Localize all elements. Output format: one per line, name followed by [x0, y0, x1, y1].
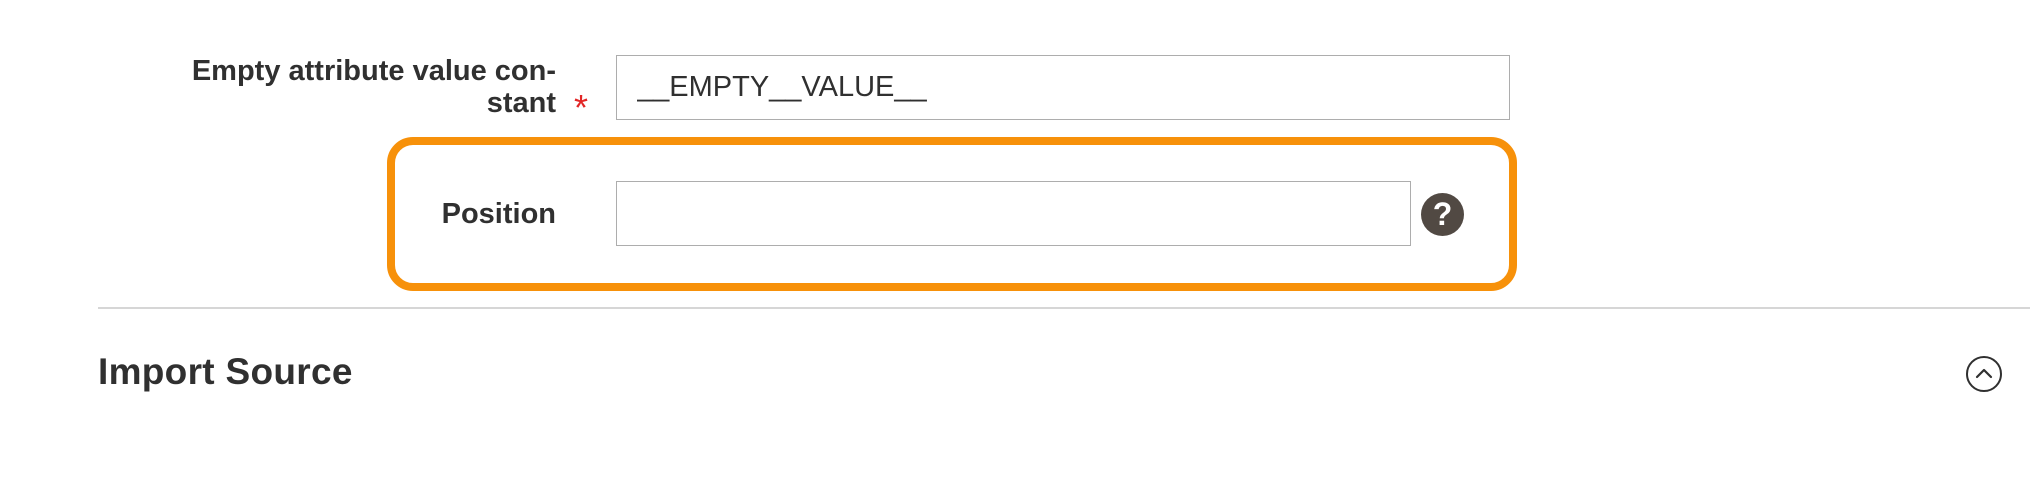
position-label: Position — [441, 198, 556, 230]
required-marker: * — [574, 87, 589, 128]
empty-attribute-label-line1: Empty attribute value con- — [191, 55, 556, 87]
empty-attribute-label: Empty attribute value con- stant — [160, 55, 556, 119]
position-input[interactable] — [616, 181, 1411, 246]
empty-attribute-label-line2: stant — [486, 87, 556, 119]
import-settings-form: Empty attribute value con- stant * Posit… — [0, 0, 2040, 480]
chevron-up-circle-icon[interactable] — [1966, 356, 2002, 392]
question-circle-icon[interactable]: ? — [1421, 193, 1464, 236]
empty-attribute-value-input[interactable] — [616, 55, 1510, 120]
chevron-up-icon — [1975, 368, 1993, 379]
section-title-import-source[interactable]: Import Source — [98, 350, 353, 394]
section-divider — [98, 307, 2030, 309]
